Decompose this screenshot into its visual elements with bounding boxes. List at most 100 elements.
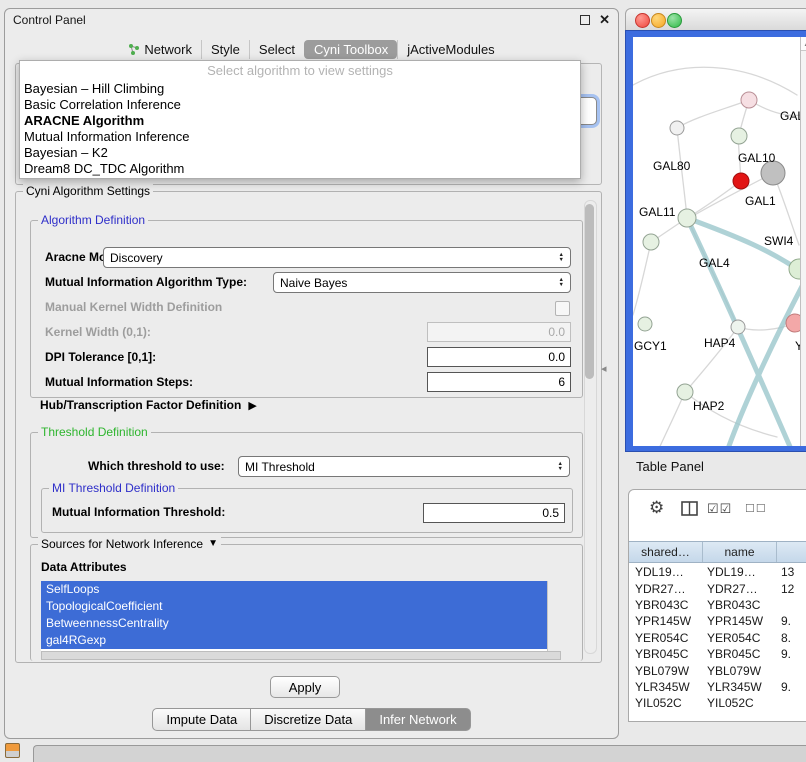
kernel-width-label: Kernel Width (0,1): (45, 322, 151, 343)
threshold-definition-group: Threshold Definition Which threshold to … (30, 432, 583, 538)
show-columns-icon[interactable] (681, 501, 698, 516)
kernel-width-field: 0.0 (427, 322, 571, 342)
table-panel-window: ⚙ ☑☑ ☐☐ shared… name YDL19…YDL19…13 YDR2… (628, 489, 806, 722)
network-node[interactable] (731, 128, 747, 144)
tab-label: Network (144, 42, 192, 57)
table-row[interactable]: YPR145WYPR145W9. (629, 613, 806, 629)
algorithm-definition-group: Algorithm Definition Aracne Mode: Discov… (30, 220, 583, 398)
scroll-up-arrow-icon[interactable]: ▲ (801, 37, 806, 51)
hub-definition-expander[interactable]: Hub/Transcription Factor Definition ▶ (40, 398, 257, 412)
tab-infer-network[interactable]: Infer Network (366, 708, 470, 731)
network-node[interactable] (677, 384, 693, 400)
table-row[interactable]: YER054CYER054C8. (629, 630, 806, 646)
node-label: HAP2 (693, 399, 725, 413)
node-label: GCY1 (634, 339, 667, 353)
network-tab-icon (128, 43, 140, 55)
table-row[interactable]: YDL19…YDL19…13 (629, 564, 806, 580)
tab-label: Cyni Toolbox (314, 42, 388, 57)
sources-group: Sources for Network Inference ▼ Data Att… (30, 544, 583, 661)
zoom-traffic-light-icon[interactable] (667, 13, 682, 28)
dpi-tolerance-field[interactable]: 0.0 (427, 347, 571, 367)
tab-discretize-data[interactable]: Discretize Data (251, 708, 366, 731)
list-vertical-scrollbar[interactable] (547, 581, 561, 651)
table-row[interactable]: YBL079WYBL079W (629, 662, 806, 678)
mi-threshold-field[interactable]: 0.5 (423, 503, 565, 523)
scrollbar-thumb[interactable] (585, 204, 594, 379)
dropdown-item[interactable]: Basic Correlation Inference (20, 97, 580, 113)
mi-steps-field[interactable]: 6 (427, 372, 571, 392)
window-title: Control Panel (13, 13, 86, 27)
network-window-titlebar (625, 8, 806, 30)
minimize-traffic-light-icon[interactable] (651, 13, 666, 28)
table-toolbar: ⚙ ☑☑ ☐☐ (629, 490, 806, 540)
settings-scrollbar[interactable] (584, 200, 597, 654)
node-label: HAP4 (704, 336, 736, 350)
list-item-selected[interactable]: BetweennessCentrality (41, 615, 548, 632)
list-item-selected[interactable]: TopologicalCoefficient (41, 598, 548, 615)
network-node[interactable] (731, 320, 745, 334)
dropdown-item[interactable]: Dream8 DC_TDC Algorithm (20, 161, 580, 177)
network-node[interactable] (678, 209, 696, 227)
close-icon[interactable]: ✕ (599, 14, 610, 26)
combo-arrows-icon: ▲▼ (559, 253, 564, 263)
data-attributes-list[interactable]: SelfLoops TopologicalCoefficient Between… (41, 581, 561, 651)
tab-label: Style (211, 42, 240, 57)
minimized-panel-icon[interactable] (5, 743, 20, 758)
bottom-tabbar: Impute Data Discretize Data Infer Networ… (5, 708, 618, 731)
node-label: SWI4 (764, 234, 794, 248)
screen: Control Panel ✕ Network Style Select Cyn… (0, 0, 806, 762)
network-node[interactable] (670, 121, 684, 135)
node-label: GAL11 (639, 205, 676, 219)
group-title: Threshold Definition (38, 425, 151, 439)
network-node-salmon[interactable] (786, 314, 800, 332)
table-row[interactable]: YBR045CYBR045C9. (629, 646, 806, 662)
selected-value: MI Threshold (245, 460, 315, 474)
aracne-mode-select[interactable]: Discovery ▲▼ (103, 247, 571, 268)
network-node-pink[interactable] (741, 92, 757, 108)
tab-network[interactable]: Network (119, 40, 201, 59)
deselect-all-checks-icon[interactable]: ☐☐ (745, 502, 767, 515)
float-window-icon[interactable] (580, 15, 590, 25)
list-horizontal-scrollbar[interactable] (41, 651, 561, 660)
table-panel-title: Table Panel (636, 459, 704, 475)
tab-impute-data[interactable]: Impute Data (152, 708, 251, 731)
column-header-name[interactable]: name (703, 542, 777, 562)
network-node-red[interactable] (733, 173, 749, 189)
dropdown-item[interactable]: Bayesian – K2 (20, 145, 580, 161)
network-vertical-scrollbar[interactable]: ▲ (800, 37, 806, 446)
network-node[interactable] (638, 317, 652, 331)
network-window-frame: GAL80 GAL11 GAL10 GAL1 GAL4 SWI4 GCY1 HA… (625, 30, 806, 452)
mi-steps-label: Mutual Information Steps: (45, 372, 193, 393)
close-traffic-light-icon[interactable] (635, 13, 650, 28)
table-header-row: shared… name (629, 541, 806, 563)
list-item-selected[interactable]: SelfLoops (41, 581, 548, 598)
tab-select[interactable]: Select (249, 40, 304, 59)
table-settings-gear-icon[interactable]: ⚙ (649, 498, 664, 518)
table-body: YDL19…YDL19…13 YDR27…YDR27…12 YBR043CYBR… (629, 564, 806, 721)
mi-threshold-definition-group: MI Threshold Definition Mutual Informati… (41, 488, 573, 533)
table-row[interactable]: YIL052CYIL052C (629, 695, 806, 711)
column-header-shared-name[interactable]: shared… (629, 542, 703, 562)
table-row[interactable]: YBR043CYBR043C (629, 597, 806, 613)
dropdown-item[interactable]: Bayesian – Hill Climbing (20, 81, 580, 97)
select-all-checks-icon[interactable]: ☑☑ (707, 501, 732, 517)
dropdown-item-selected[interactable]: ARACNE Algorithm (20, 113, 580, 129)
tab-jactivemodules[interactable]: jActiveModules (397, 40, 503, 59)
network-canvas[interactable]: GAL80 GAL11 GAL10 GAL1 GAL4 SWI4 GCY1 HA… (633, 37, 800, 446)
group-title: Cyni Algorithm Settings (23, 184, 153, 198)
tab-cyni-toolbox[interactable]: Cyni Toolbox (304, 40, 397, 59)
mi-algorithm-type-select[interactable]: Naive Bayes ▲▼ (273, 272, 571, 293)
panel-collapse-arrow-icon[interactable]: ◂ (601, 362, 607, 375)
list-item-selected[interactable]: gal4RGexp (41, 632, 548, 649)
apply-button[interactable]: Apply (270, 676, 340, 698)
table-row[interactable]: YLR345WYLR345W9. (629, 679, 806, 695)
tab-style[interactable]: Style (201, 40, 249, 59)
network-node[interactable] (643, 234, 659, 250)
sources-group-title[interactable]: Sources for Network Inference ▼ (38, 537, 221, 551)
column-header-partial[interactable] (777, 542, 806, 562)
which-threshold-select[interactable]: MI Threshold ▲▼ (238, 456, 570, 477)
dropdown-item[interactable]: Mutual Information Inference (20, 129, 580, 145)
table-row[interactable]: YDR27…YDR27…12 (629, 580, 806, 596)
manual-kernel-width-checkbox[interactable] (555, 301, 570, 316)
node-label: GAL4 (699, 256, 730, 270)
